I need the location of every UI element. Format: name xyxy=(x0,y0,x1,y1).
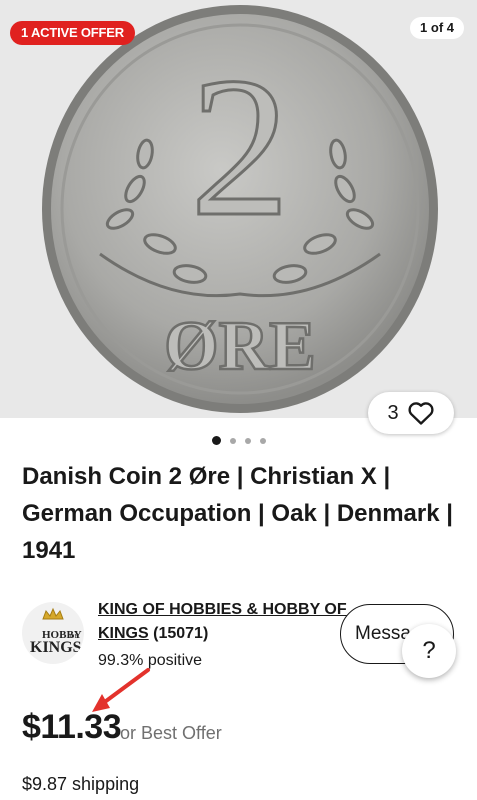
carousel-indicator xyxy=(0,436,477,445)
svg-text:KINGS: KINGS xyxy=(30,639,82,656)
product-image-gallery[interactable]: 2 ØRE 1 ACTIVE OFFER 1 of 4 xyxy=(0,0,477,418)
best-offer-label: or Best Offer xyxy=(120,723,222,743)
carousel-dot[interactable] xyxy=(259,437,266,444)
seller-review-count: (15071) xyxy=(153,625,209,642)
item-price: $11.33 xyxy=(22,708,122,746)
heart-icon xyxy=(408,402,434,425)
shipping-cost: $9.87 shipping xyxy=(22,774,140,794)
seller-name-link[interactable]: KING OF HOBBIES & HOBBY OF KINGS (15071) xyxy=(98,598,348,646)
listing-title: Danish Coin 2 Øre | Christian X | German… xyxy=(22,463,453,564)
help-button[interactable]: ? xyxy=(402,624,456,678)
watch-button[interactable]: 3 xyxy=(368,392,454,434)
coin-image: 2 ØRE xyxy=(42,5,438,413)
carousel-dot[interactable] xyxy=(229,437,236,444)
seller-name: KING OF HOBBIES & HOBBY OF KINGS xyxy=(98,601,347,642)
coin-numeral: 2 xyxy=(190,37,290,258)
carousel-dot[interactable] xyxy=(244,437,251,444)
seller-avatar[interactable]: HOBBY OF KINGS xyxy=(22,602,84,664)
crown-logo-icon: HOBBY OF KINGS xyxy=(30,607,82,656)
image-counter: 1 of 4 xyxy=(410,17,464,39)
coin-word: ØRE xyxy=(164,308,316,385)
active-offer-badge: 1 ACTIVE OFFER xyxy=(10,21,135,45)
carousel-dot[interactable] xyxy=(211,436,221,445)
watch-count: 3 xyxy=(387,401,399,424)
